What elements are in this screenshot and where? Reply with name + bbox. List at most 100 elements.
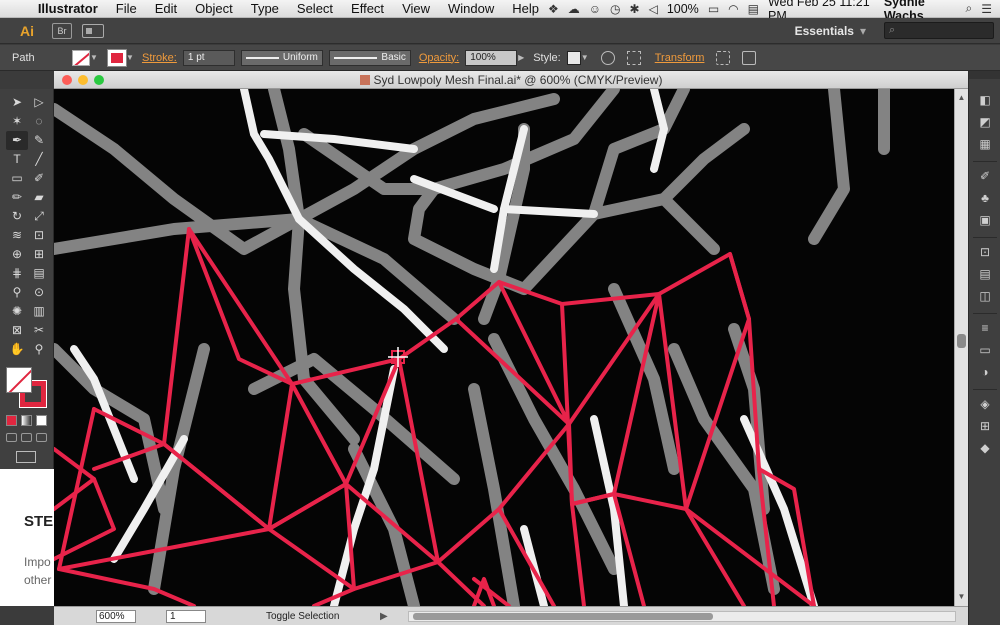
style-dropdown-icon[interactable]: ▼ [581,53,589,62]
column-graph-tool-icon[interactable]: ▥ [28,302,50,321]
align-icon[interactable] [626,50,641,65]
transform-link[interactable]: Transform [655,52,705,64]
fill-stroke-selector[interactable] [4,365,50,411]
minimize-window-button[interactable] [78,75,88,85]
graphic-styles-icon[interactable]: ▣ [978,213,992,227]
swatches-panel-icon[interactable]: ▦ [978,137,992,151]
warp-tool-icon[interactable]: ≋ [6,226,28,245]
opacity-label-link[interactable]: Opacity: [419,52,459,64]
screen-mode-icon[interactable] [16,451,36,463]
opacity-field[interactable]: 100% [465,49,518,66]
sync-icon[interactable]: ☁ [568,2,580,16]
recolor-artwork-icon[interactable] [600,50,615,65]
brushes-panel-icon[interactable]: ✐ [978,169,992,183]
menu-window[interactable]: Window [439,1,503,16]
help-search-input[interactable]: ⌕ [884,22,994,39]
battery-percent[interactable]: 100% [667,2,699,16]
transparency-panel-icon[interactable]: ◑ [978,365,992,379]
menu-app-name[interactable]: Illustrator [34,1,107,16]
symbol-sprayer-tool-icon[interactable]: ✺ [6,302,28,321]
isolate-icon[interactable] [716,50,731,65]
stroke-panel-icon[interactable]: ≡ [978,321,992,335]
menu-view[interactable]: View [393,1,439,16]
pathfinder-panel-icon[interactable]: ◫ [978,289,992,303]
gradient-mode-icon[interactable] [21,415,32,426]
paintbrush-tool-icon[interactable]: ✐ [28,169,50,188]
fill-swatch[interactable] [72,49,90,66]
bridge-button[interactable]: Br [52,22,72,39]
horizontal-scroll-thumb[interactable] [412,612,713,620]
scale-tool-icon[interactable]: ⤢ [28,207,50,226]
dropbox-icon[interactable]: ❖ [548,2,559,16]
color-mode-icon[interactable] [6,415,17,426]
flag-icon[interactable]: ▤ [748,2,759,16]
artboard-navigation-field[interactable]: 1 [166,609,206,623]
draw-behind-icon[interactable] [21,433,32,442]
eraser-tool-icon[interactable]: ▰ [28,188,50,207]
close-window-button[interactable] [62,75,72,85]
battery-icon[interactable]: ▭ [708,2,719,16]
menu-select[interactable]: Select [288,1,342,16]
gradient-panel-icon[interactable]: ▭ [978,343,992,357]
color-panel-icon[interactable]: ◧ [978,93,992,107]
notification-center-icon[interactable]: ☰ [981,2,992,16]
color-guide-icon[interactable]: ◩ [978,115,992,129]
menu-edit[interactable]: Edit [146,1,186,16]
artwork[interactable] [54,89,954,606]
selection-tool-icon[interactable]: ➤ [6,93,28,112]
draw-normal-icon[interactable] [6,433,17,442]
draw-inside-icon[interactable] [36,433,47,442]
volume-icon[interactable]: ◁ [649,2,658,16]
gradient-tool-icon[interactable]: ▤ [28,264,50,283]
eyedropper-tool-icon[interactable]: ⚲ [6,283,28,302]
stroke-dropdown-icon[interactable]: ▼ [126,53,134,62]
menu-object[interactable]: Object [186,1,242,16]
rectangle-tool-icon[interactable]: ▭ [6,169,28,188]
direct-selection-tool-icon[interactable]: ▷ [28,93,50,112]
perspective-grid-tool-icon[interactable]: ⊞ [28,245,50,264]
symbols-panel-icon[interactable]: ♣ [978,191,992,205]
shape-builder-tool-icon[interactable]: ⊕ [6,245,28,264]
vertical-scroll-thumb[interactable] [957,334,966,348]
horizontal-scrollbar[interactable] [407,610,956,622]
scroll-up-icon[interactable]: ▲ [955,93,968,103]
transform-panel-icon[interactable]: ⊡ [978,245,992,259]
stroke-weight-field[interactable]: 1 pt [182,49,235,66]
vertical-scrollbar[interactable]: ▲ ▼ [954,89,968,606]
bluetooth-icon[interactable]: ✱ [630,2,640,16]
type-tool-icon[interactable]: T [6,150,28,169]
artboard-tool-icon[interactable]: ⊠ [6,321,28,340]
artboards-panel-icon[interactable]: ⊞ [978,419,992,433]
time-machine-icon[interactable]: ◷ [610,2,620,16]
menu-file[interactable]: File [107,1,146,16]
layers-panel-icon[interactable]: ◆ [978,441,992,455]
search-icon[interactable]: ⌕ [966,1,973,16]
mesh-tool-icon[interactable]: ⋕ [6,264,28,283]
curvature-tool-icon[interactable]: ✎ [28,131,50,150]
control-menu-icon[interactable] [742,50,757,65]
zoom-window-button[interactable] [94,75,104,85]
graphic-style-swatch[interactable] [566,50,581,65]
stroke-swatch[interactable] [107,48,127,67]
appearance-panel-icon[interactable]: ◈ [978,397,992,411]
zoom-level-field[interactable]: 600% [96,609,136,623]
align-panel-icon[interactable]: ▤ [978,267,992,281]
pen-tool-icon[interactable]: ✒ [6,131,28,150]
user-icon[interactable]: ☺ [589,2,601,16]
variable-width-profile[interactable]: Uniform [240,49,323,66]
hand-tool-icon[interactable]: ✋ [6,340,28,359]
fill-box[interactable] [6,367,32,393]
magic-wand-tool-icon[interactable]: ✶ [6,112,28,131]
pencil-tool-icon[interactable]: ✏ [6,188,28,207]
lasso-tool-icon[interactable]: ◌ [28,112,50,131]
stroke-label-link[interactable]: Stroke: [142,52,177,64]
wifi-icon[interactable]: ◠ [728,2,738,16]
free-transform-tool-icon[interactable]: ⊡ [28,226,50,245]
scroll-down-icon[interactable]: ▼ [955,592,968,602]
rotate-tool-icon[interactable]: ↻ [6,207,28,226]
menu-effect[interactable]: Effect [342,1,393,16]
arrange-documents-icon[interactable] [82,23,104,38]
zoom-tool-icon[interactable]: ⚲ [28,340,50,359]
workspace-switcher[interactable]: Essentials ▾ [795,24,866,38]
artboard-canvas[interactable] [54,89,954,606]
